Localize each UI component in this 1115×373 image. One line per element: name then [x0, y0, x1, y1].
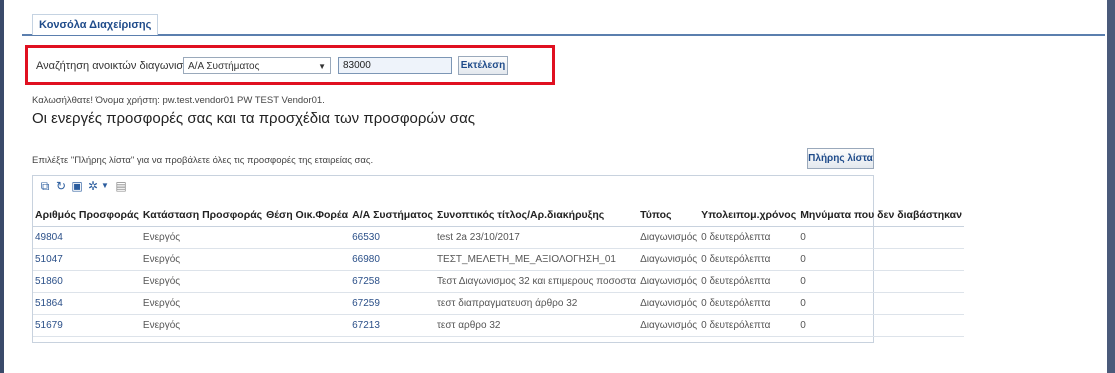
offer-number-link[interactable]: 51864: [33, 292, 141, 315]
unread-messages: 0: [798, 314, 964, 337]
remaining-time: 0 δευτερόλεπτα: [699, 314, 799, 337]
offer-status: Ενεργός: [140, 270, 265, 293]
offer-number-link[interactable]: 51679: [33, 314, 141, 337]
offer-title: test 2a 23/10/2017: [434, 226, 639, 249]
remaining-time: 0 δευτερόλεπτα: [699, 248, 799, 271]
page-title: Οι ενεργές προσφορές σας και τα προσχέδι…: [32, 110, 475, 127]
unread-messages: 0: [798, 270, 964, 293]
search-select-value: Α/Α Συστήματος: [188, 61, 260, 72]
table-row: 51860 Ενεργός 67258 Τεστ Διαγωνισμος 32 …: [33, 270, 964, 293]
detach-icon[interactable]: ⧉: [39, 180, 51, 192]
offer-status: Ενεργός: [140, 248, 265, 271]
system-id-link[interactable]: 66980: [350, 248, 435, 271]
left-window-border: [0, 0, 4, 373]
offer-number-link[interactable]: 51860: [33, 270, 141, 293]
remaining-time: 0 δευτερόλεπτα: [699, 292, 799, 315]
column-header[interactable]: Κατάσταση Προσφοράς: [140, 204, 265, 227]
search-panel: Αναζήτηση ανοικτών διαγωνισμών Α/Α Συστή…: [25, 45, 555, 85]
column-header[interactable]: Θέση Οικ.Φορέα: [264, 204, 351, 227]
table-toolbar: ⧉ ↻ ▣ ✲ ▼ ▤: [33, 176, 873, 198]
column-header[interactable]: Α/Α Συστήματος: [350, 204, 435, 227]
table-header-row: Αριθμός Προσφοράς Κατάσταση Προσφοράς Θέ…: [33, 204, 964, 227]
search-field-select[interactable]: Α/Α Συστήματος ▼: [183, 57, 331, 74]
offers-table-region: ⧉ ↻ ▣ ✲ ▼ ▤ Αριθμός Προσφοράς Κατάσταση …: [32, 175, 964, 343]
offer-status: Ενεργός: [140, 314, 265, 337]
settings-icon[interactable]: ✲: [87, 180, 99, 192]
offer-status: Ενεργός: [140, 226, 265, 249]
table-row: 51679 Ενεργός 67213 τεστ αρθρο 32 Διαγων…: [33, 314, 964, 337]
system-id-link[interactable]: 67258: [350, 270, 435, 293]
remaining-time: 0 δευτερόλεπτα: [699, 270, 799, 293]
offer-type: Διαγωνισμός: [638, 270, 700, 293]
right-window-border: [1107, 0, 1115, 373]
search-label: Αναζήτηση ανοικτών διαγωνισμών: [36, 60, 204, 72]
offers-table: Αριθμός Προσφοράς Κατάσταση Προσφοράς Θέ…: [33, 204, 964, 337]
column-header[interactable]: Τύπος: [638, 204, 700, 227]
table-row: 49804 Ενεργός 66530 test 2a 23/10/2017 Δ…: [33, 226, 964, 249]
table-row: 51864 Ενεργός 67259 τεστ διαπραγματευση …: [33, 292, 964, 315]
column-header[interactable]: Μηνύματα που δεν διαβάστηκαν: [798, 204, 964, 227]
system-id-link[interactable]: 67213: [350, 314, 435, 337]
chevron-down-icon: ▼: [318, 62, 326, 71]
unread-messages: 0: [798, 226, 964, 249]
refresh-icon[interactable]: ↻: [55, 180, 67, 192]
system-id-link[interactable]: 66530: [350, 226, 435, 249]
offer-type: Διαγωνισμός: [638, 314, 700, 337]
full-list-button[interactable]: Πλήρης λίστα: [807, 148, 874, 169]
offer-type: Διαγωνισμός: [638, 248, 700, 271]
operator-position: [264, 292, 351, 315]
operator-position: [264, 270, 351, 293]
column-header[interactable]: Συνοπτικός τίτλος/Αρ.διακήρυξης: [434, 204, 639, 227]
welcome-text: Καλωσήλθατε! Όνομα χρήστη: pw.test.vendo…: [32, 95, 325, 106]
offer-title: τεστ διαπραγματευση άρθρο 32: [434, 292, 639, 315]
remaining-time: 0 δευτερόλεπτα: [699, 226, 799, 249]
column-header[interactable]: Αριθμός Προσφοράς: [33, 204, 141, 227]
offer-number-link[interactable]: 51047: [33, 248, 141, 271]
export-icon[interactable]: ▣: [71, 180, 83, 192]
offer-title: τεστ αρθρο 32: [434, 314, 639, 337]
tab-admin-console[interactable]: Κονσόλα Διαχείρισης: [32, 14, 159, 35]
hint-text: Επιλέξτε "Πλήρης λίστα" για να προβάλετε…: [32, 155, 374, 166]
dropdown-icon[interactable]: ▼: [99, 180, 111, 192]
column-header[interactable]: Υπολειπομ.χρόνος: [699, 204, 799, 227]
unread-messages: 0: [798, 292, 964, 315]
operator-position: [264, 314, 351, 337]
offer-title: ΤΕΣΤ_ΜΕΛΕΤΗ_ΜΕ_ΑΞΙΟΛΟΓΗΣΗ_01: [434, 248, 639, 271]
offer-type: Διαγωνισμός: [638, 292, 700, 315]
table-row: 51047 Ενεργός 66980 ΤΕΣΤ_ΜΕΛΕΤΗ_ΜΕ_ΑΞΙΟΛ…: [33, 248, 964, 271]
execute-button[interactable]: Εκτέλεση: [458, 56, 508, 75]
offer-title: Τεστ Διαγωνισμος 32 και επιμερους ποσοστ…: [434, 270, 639, 293]
system-id-link[interactable]: 67259: [350, 292, 435, 315]
operator-position: [264, 226, 351, 249]
offer-status: Ενεργός: [140, 292, 265, 315]
operator-position: [264, 248, 351, 271]
search-input[interactable]: [338, 57, 452, 74]
unread-messages: 0: [798, 248, 964, 271]
offer-type: Διαγωνισμός: [638, 226, 700, 249]
offer-number-link[interactable]: 49804: [33, 226, 141, 249]
tab-bar: Κονσόλα Διαχείρισης: [22, 0, 1105, 36]
columns-icon[interactable]: ▤: [115, 180, 127, 192]
